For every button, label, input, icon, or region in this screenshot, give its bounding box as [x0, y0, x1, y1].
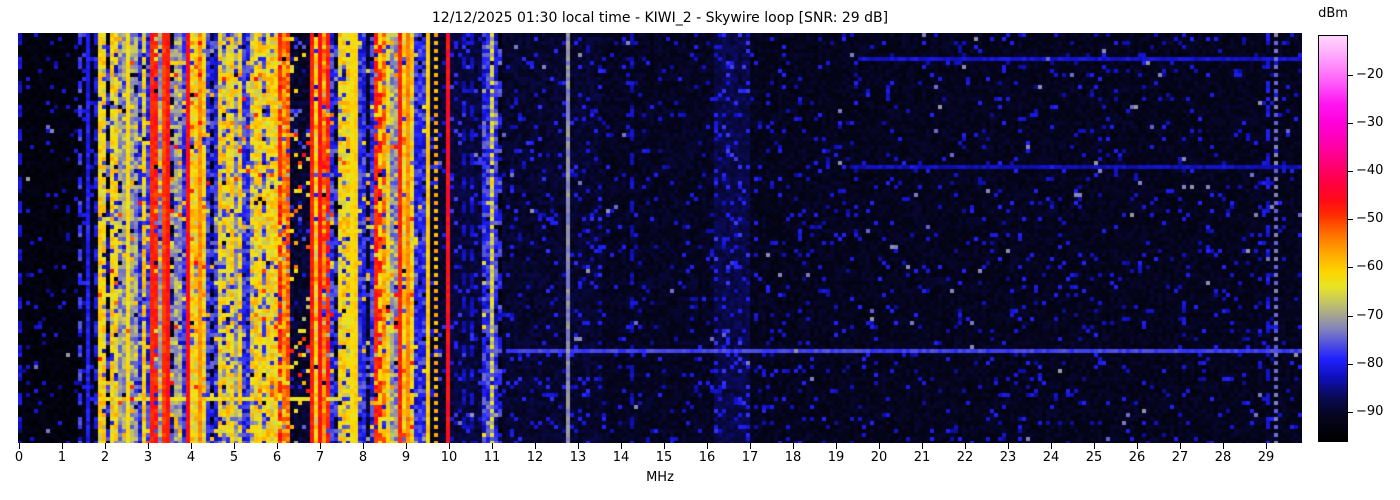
x-tick-label: 18	[784, 450, 802, 465]
x-tick-mark	[191, 443, 192, 449]
x-tick-label: 5	[229, 450, 239, 465]
x-tick-mark	[664, 443, 665, 449]
x-tick-label: 3	[143, 450, 153, 465]
colorbar	[1318, 35, 1348, 442]
x-tick-mark	[1094, 443, 1095, 449]
x-tick-mark	[449, 443, 450, 449]
x-tick-mark	[750, 443, 751, 449]
x-tick-label: 21	[913, 450, 931, 465]
x-tick-mark	[879, 443, 880, 449]
figure-title: 12/12/2025 01:30 local time - KIWI_2 - S…	[431, 10, 889, 26]
x-tick-mark	[406, 443, 407, 449]
colorbar-tick-label: −20	[1356, 67, 1384, 82]
colorbar-tick-label: −60	[1356, 259, 1384, 274]
colorbar-tick-mark	[1348, 171, 1353, 172]
x-tick-mark	[1051, 443, 1052, 449]
colorbar-tick-mark	[1348, 364, 1353, 365]
x-tick-label: 2	[100, 450, 110, 465]
x-tick-label: 27	[1171, 450, 1189, 465]
colorbar-tick-mark	[1348, 316, 1353, 317]
colorbar-tick-label: −50	[1356, 211, 1384, 226]
x-tick-mark	[1223, 443, 1224, 449]
colorbar-tick-label: −40	[1356, 163, 1384, 178]
colorbar-tick-mark	[1348, 267, 1353, 268]
colorbar-tick-mark	[1348, 412, 1353, 413]
x-tick-label: 17	[741, 450, 759, 465]
x-tick-mark	[836, 443, 837, 449]
colorbar-tick-label: −30	[1356, 115, 1384, 130]
x-tick-label: 9	[401, 450, 411, 465]
x-tick-label: 7	[315, 450, 325, 465]
colorbar-tick-label: −70	[1356, 308, 1384, 323]
x-tick-mark	[492, 443, 493, 449]
x-tick-mark	[19, 443, 20, 449]
x-tick-label: 23	[999, 450, 1017, 465]
x-tick-label: 25	[1085, 450, 1103, 465]
x-tick-mark	[1266, 443, 1267, 449]
x-tick-label: 16	[698, 450, 716, 465]
x-tick-mark	[148, 443, 149, 449]
x-tick-mark	[105, 443, 106, 449]
x-tick-mark	[707, 443, 708, 449]
x-axis-label: MHz	[646, 470, 674, 485]
x-tick-label: 6	[272, 450, 282, 465]
colorbar-tick-mark	[1348, 75, 1353, 76]
x-tick-mark	[922, 443, 923, 449]
x-tick-label: 24	[1042, 450, 1060, 465]
x-tick-mark	[1008, 443, 1009, 449]
x-tick-mark	[62, 443, 63, 449]
x-tick-mark	[363, 443, 364, 449]
x-tick-mark	[1137, 443, 1138, 449]
x-tick-label: 8	[358, 450, 368, 465]
x-tick-label: 22	[956, 450, 974, 465]
colorbar-tick-label: −80	[1356, 356, 1384, 371]
x-tick-mark	[535, 443, 536, 449]
x-tick-label: 0	[14, 450, 24, 465]
x-tick-label: 12	[526, 450, 544, 465]
x-tick-label: 29	[1257, 450, 1275, 465]
colorbar-tick-label: −90	[1356, 404, 1384, 419]
x-tick-label: 10	[440, 450, 458, 465]
x-tick-mark	[1180, 443, 1181, 449]
x-tick-label: 14	[612, 450, 630, 465]
x-tick-label: 26	[1128, 450, 1146, 465]
x-tick-mark	[320, 443, 321, 449]
x-tick-mark	[578, 443, 579, 449]
x-tick-label: 20	[870, 450, 888, 465]
x-tick-label: 13	[569, 450, 587, 465]
x-tick-label: 11	[483, 450, 501, 465]
x-tick-label: 19	[827, 450, 845, 465]
spectrogram-figure: 12/12/2025 01:30 local time - KIWI_2 - S…	[0, 0, 1400, 500]
x-tick-label: 15	[655, 450, 673, 465]
x-tick-label: 4	[186, 450, 196, 465]
colorbar-tick-mark	[1348, 123, 1353, 124]
spectrogram-canvas	[18, 33, 1302, 443]
x-tick-mark	[793, 443, 794, 449]
x-tick-label: 1	[57, 450, 67, 465]
x-tick-mark	[277, 443, 278, 449]
x-tick-mark	[234, 443, 235, 449]
x-tick-mark	[621, 443, 622, 449]
x-tick-label: 28	[1214, 450, 1232, 465]
x-tick-mark	[965, 443, 966, 449]
colorbar-title: dBm	[1318, 6, 1348, 21]
colorbar-tick-mark	[1348, 219, 1353, 220]
